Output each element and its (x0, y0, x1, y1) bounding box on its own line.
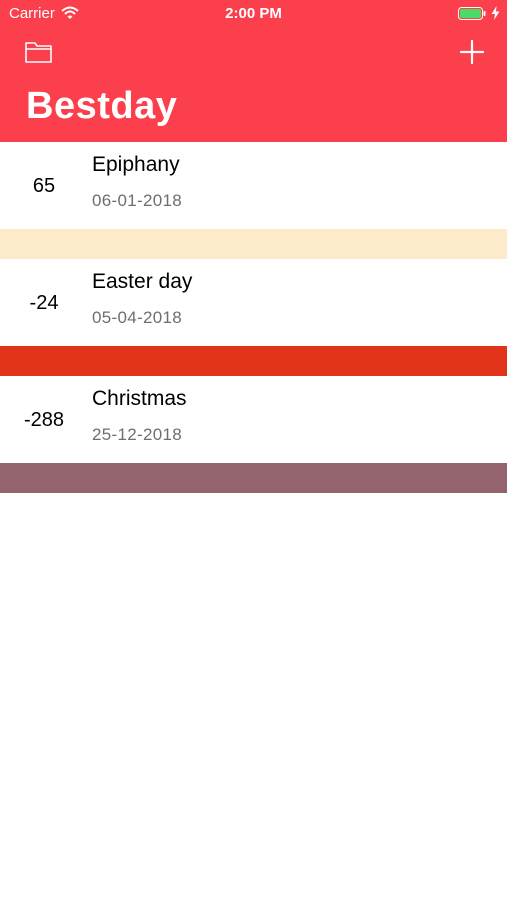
event-date: 25-12-2018 (92, 425, 182, 444)
days-count: -24 (29, 292, 59, 314)
event-list: 65 Epiphany 06-01-2018 -24 Easter day 05… (0, 142, 507, 493)
charging-bolt-icon (491, 6, 500, 20)
event-row-christmas[interactable]: -288 Christmas 25-12-2018 (0, 376, 507, 463)
event-name: Christmas (92, 387, 187, 410)
page-title: Bestday (26, 85, 178, 127)
navigation-header: Carrier 2:00 PM Bestday (0, 0, 507, 142)
event-date: 05-04-2018 (92, 308, 182, 327)
event-row-easter-day[interactable]: -24 Easter day 05-04-2018 (0, 259, 507, 346)
event-name: Easter day (92, 270, 193, 293)
event-color-strip (0, 346, 507, 376)
event-name: Epiphany (92, 153, 180, 176)
event-row-epiphany[interactable]: 65 Epiphany 06-01-2018 (0, 142, 507, 229)
folder-icon[interactable] (24, 38, 54, 66)
event-color-strip (0, 229, 507, 259)
status-time: 2:00 PM (225, 5, 282, 22)
days-count: 65 (32, 175, 56, 197)
battery-icon (458, 7, 486, 20)
event-color-strip (0, 463, 507, 493)
status-bar: Carrier 2:00 PM (0, 0, 507, 28)
days-count: -288 (23, 409, 65, 431)
event-date: 06-01-2018 (92, 191, 182, 210)
add-event-button[interactable] (458, 38, 486, 66)
